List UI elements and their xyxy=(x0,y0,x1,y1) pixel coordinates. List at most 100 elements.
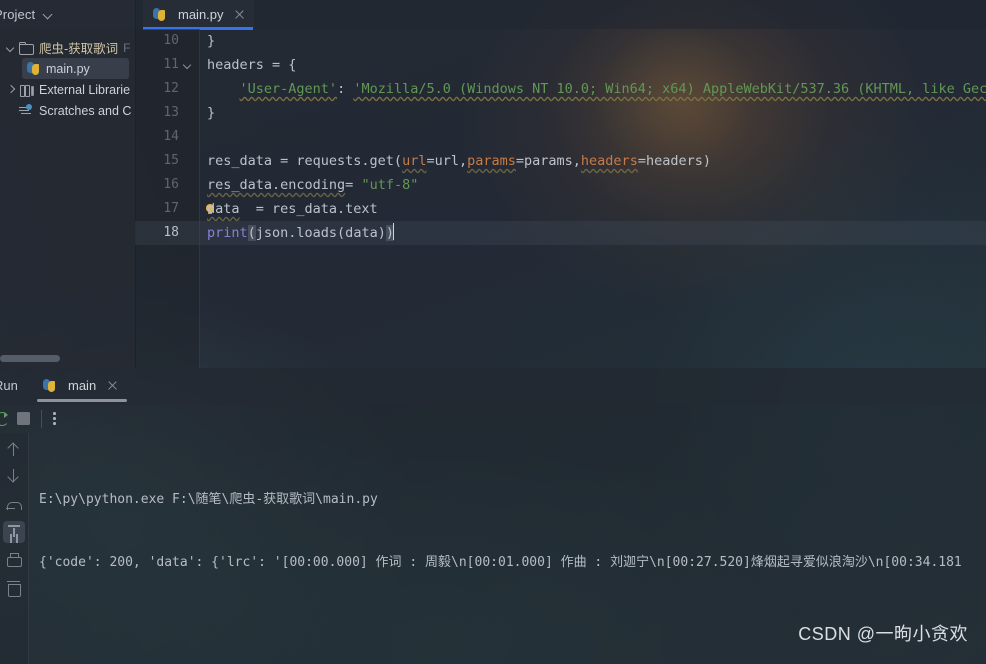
editor-tab-bar: main.py xyxy=(135,0,986,30)
code-token: =headers) xyxy=(637,153,711,169)
print-icon[interactable] xyxy=(3,549,25,571)
console-side-toolbar xyxy=(0,433,29,664)
code-line: 13} xyxy=(135,101,986,125)
editor-tab-label: main.py xyxy=(178,7,224,22)
run-tab-main[interactable]: main xyxy=(42,368,119,402)
project-panel-header[interactable]: Project xyxy=(0,0,135,29)
line-number: 14 xyxy=(163,129,179,144)
close-icon[interactable] xyxy=(233,8,246,21)
code-token: headers = { xyxy=(207,57,297,73)
external-libraries-icon xyxy=(18,82,34,98)
line-number: 17 xyxy=(163,201,179,216)
folder-icon xyxy=(18,40,34,56)
tree-item-label: Scratches and C xyxy=(39,103,132,118)
code-token: = res_data.text xyxy=(239,201,378,217)
code-token: res_data = requests.get( xyxy=(207,153,403,169)
code-token: : xyxy=(337,81,354,97)
run-toolbar xyxy=(0,405,986,433)
active-run-tab-indicator xyxy=(37,399,127,402)
chevron-down-icon[interactable] xyxy=(43,9,55,21)
toolbar-divider xyxy=(41,410,42,428)
code-text: headers = { xyxy=(199,53,296,77)
watermark: CSDN @一昫小贪欢 xyxy=(798,624,968,644)
run-tool-window-header: Run main xyxy=(0,368,986,405)
run-tool-window-title: Run xyxy=(0,378,18,393)
code-token: url xyxy=(402,153,427,169)
code-line: 15 res_data = requests.get(url=url,params… xyxy=(135,149,986,173)
soft-wrap-icon[interactable] xyxy=(3,495,25,517)
arrow-down-icon[interactable] xyxy=(3,465,25,487)
python-file-icon xyxy=(42,378,57,393)
trash-icon[interactable] xyxy=(3,577,25,599)
tree-item-scratches[interactable]: Scratches and C xyxy=(0,100,135,121)
python-file-icon xyxy=(152,7,167,22)
code-fold-chevron-icon[interactable] xyxy=(179,53,199,77)
scroll-to-end-icon[interactable] xyxy=(3,521,25,543)
line-number: 12 xyxy=(163,81,179,96)
python-file-icon xyxy=(26,61,41,76)
code-token: params xyxy=(467,153,516,169)
code-token: json.loads(data) xyxy=(255,225,386,241)
code-line: 11 headers = { xyxy=(135,53,986,77)
code-token: = xyxy=(345,177,362,193)
code-token: 'User-Agent' xyxy=(239,81,338,97)
tree-item-suffix: F xyxy=(123,40,131,55)
code-text: print(json.loads(data)) xyxy=(199,221,395,245)
code-line: 10} xyxy=(135,29,986,53)
chevron-down-icon[interactable] xyxy=(4,41,17,54)
code-line: 16 res_data.encoding= "utf-8" xyxy=(135,173,986,197)
code-line: 12 'User-Agent': 'Mozilla/5.0 (Windows N… xyxy=(135,77,986,101)
code-text: } xyxy=(199,101,215,125)
pycharm-window: Project 爬虫-获取歌词 F main.py External Libra… xyxy=(0,0,986,664)
code-token: } xyxy=(207,105,216,121)
tree-item-external-libraries[interactable]: External Librarie xyxy=(0,79,135,100)
project-panel-title: Project xyxy=(0,7,36,22)
text-caret xyxy=(392,223,395,240)
code-text: } xyxy=(199,29,215,53)
code-line: 14 xyxy=(135,125,986,149)
line-number: 11 xyxy=(163,57,179,72)
tree-item-label: External Librarie xyxy=(39,82,131,97)
project-panel-horizontal-scrollbar[interactable] xyxy=(0,355,60,362)
code-text: data = res_data.text xyxy=(199,197,378,221)
line-number: 18 xyxy=(163,225,179,240)
stop-icon[interactable] xyxy=(17,412,30,425)
console-line: E:\py\python.exe F:\随笔\爬虫-获取歌词\main.py xyxy=(39,492,378,507)
console-line: {'code': 200, 'data': {'lrc': '[00:00.00… xyxy=(39,555,962,570)
rerun-icon[interactable] xyxy=(0,412,9,426)
project-tree: 爬虫-获取歌词 F main.py External Librarie Scra… xyxy=(0,29,135,121)
line-number: 13 xyxy=(163,105,179,120)
editor-tab-main-py[interactable]: main.py xyxy=(143,0,254,29)
scratches-icon xyxy=(18,103,34,119)
tree-item-project-folder[interactable]: 爬虫-获取歌词 F xyxy=(0,37,135,58)
more-vertical-icon[interactable] xyxy=(53,412,56,425)
tree-item-main-py[interactable]: main.py xyxy=(22,58,129,79)
code-token: =url, xyxy=(426,153,468,169)
code-line: 18 print(json.loads(data)) xyxy=(135,221,986,245)
close-icon[interactable] xyxy=(106,379,119,392)
code-token: 'Mozilla/5.0 (Windows NT 10.0; Win64; x6… xyxy=(353,81,986,97)
chevron-right-icon[interactable] xyxy=(4,83,17,96)
code-editor[interactable]: 10} 11 headers = { 12 'User-Agent': 'Mozill… xyxy=(135,29,986,368)
project-tool-window: Project 爬虫-获取歌词 F main.py External Libra… xyxy=(0,0,136,368)
code-token: data xyxy=(207,201,240,217)
tree-item-label: main.py xyxy=(46,61,90,76)
code-token: =params, xyxy=(515,153,581,169)
code-token: print xyxy=(207,225,248,241)
arrow-up-icon[interactable] xyxy=(3,439,25,461)
line-number: 10 xyxy=(163,33,179,48)
line-number: 16 xyxy=(163,177,179,192)
code-text: 'User-Agent': 'Mozilla/5.0 (Windows NT 1… xyxy=(199,77,986,101)
code-token: } xyxy=(207,33,216,49)
code-token: res_data.encoding xyxy=(207,177,346,193)
